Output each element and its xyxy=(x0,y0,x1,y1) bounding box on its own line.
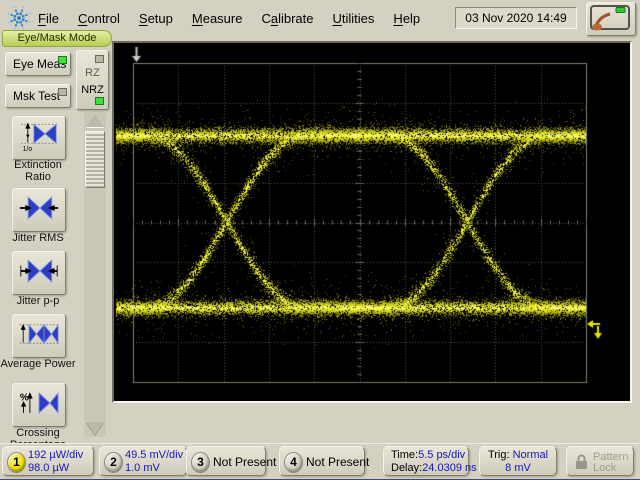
scope-screen: File Control Setup Measure Calibrate Utilitie… xyxy=(0,0,640,480)
channel-2-badge: 2 xyxy=(104,452,123,473)
jitter-rms-icon xyxy=(19,194,59,227)
sidebar: Eye Meas Msk Test RZ NRZ 1/o Extinction R… xyxy=(0,37,112,443)
jitter-rms-label: Jitter RMS xyxy=(12,232,64,244)
average-power-button[interactable] xyxy=(12,314,66,358)
eye-meas-led xyxy=(58,56,67,64)
channel-1-scale: 192 µW/div 98.0 µW xyxy=(28,449,84,474)
rz-nrz-toggle-button[interactable]: RZ NRZ xyxy=(76,50,109,110)
datetime-display: 03 Nov 2020 14:49 xyxy=(455,7,577,29)
average-power-icon xyxy=(19,320,59,353)
status-bar: 1 192 µW/div 98.0 µW 2 49.5 mV/div 1.0 mV 3 Not… xyxy=(0,443,640,480)
time-label: Time: xyxy=(391,449,419,461)
jitter-pp-icon xyxy=(19,257,59,290)
jitter-p-p-button[interactable] xyxy=(12,251,66,295)
channel-4-status: Not Present xyxy=(306,455,370,469)
waveform-display xyxy=(112,41,632,403)
svg-text:1/o: 1/o xyxy=(23,146,33,151)
menu-utilities[interactable]: Utilities xyxy=(333,11,375,26)
channel-3-badge: 3 xyxy=(191,452,210,473)
menu-measure[interactable]: Measure xyxy=(192,11,243,26)
jitter-p-p-label: Jitter p-p xyxy=(16,295,60,307)
scroll-down-icon[interactable] xyxy=(86,422,104,435)
crossing-percentage-label: Crossing Percentage xyxy=(10,427,66,443)
touchscreen-toggle-button[interactable] xyxy=(586,2,636,36)
channel-2-scale: 49.5 mV/div 1.0 mV xyxy=(125,449,184,474)
msk-test-button[interactable]: Msk Test xyxy=(5,84,71,108)
menu-setup[interactable]: Setup xyxy=(139,11,173,26)
mode-tab: Eye/Mask Mode xyxy=(2,30,112,47)
crossing-percentage-button[interactable]: % xyxy=(12,383,66,427)
nrz-label: NRZ xyxy=(81,84,104,96)
jitter-rms-button[interactable] xyxy=(12,188,66,232)
trig-level: 8 mV xyxy=(505,462,531,474)
msk-test-label: Msk Test xyxy=(13,89,61,103)
menu-calibrate[interactable]: Calibrate xyxy=(261,11,313,26)
channel-3-button[interactable]: 3 Not Present xyxy=(186,446,276,476)
scrollbar-thumb[interactable] xyxy=(85,131,105,188)
channel-4-button[interactable]: 4 Not Present xyxy=(279,446,369,476)
menu-control[interactable]: Control xyxy=(78,11,120,26)
trig-label: Trig: xyxy=(487,449,510,461)
menu-help[interactable]: Help xyxy=(393,11,420,26)
extinction-ratio-icon: 1/o xyxy=(19,120,59,156)
channel-2-button[interactable]: 2 49.5 mV/div 1.0 mV xyxy=(99,446,187,476)
menu-file[interactable]: File xyxy=(38,11,59,26)
extinction-ratio-button[interactable]: 1/o xyxy=(12,116,66,160)
nrz-led xyxy=(95,97,104,105)
average-power-label: Average Power xyxy=(0,358,76,370)
delay-value: 24.0309 ns xyxy=(422,462,477,474)
crossing-percentage-icon: % xyxy=(19,389,59,422)
extinction-ratio-label: Extinction Ratio xyxy=(14,159,62,183)
trig-mode: Normal xyxy=(512,449,549,461)
msk-test-led xyxy=(58,88,67,96)
timebase-button[interactable]: Time:5.5 ps/div Delay:24.0309 ns xyxy=(383,446,477,476)
rz-label: RZ xyxy=(85,67,100,79)
eye-meas-button[interactable]: Eye Meas xyxy=(5,52,71,76)
lock-icon xyxy=(576,454,587,469)
time-value: 5.5 ps/div xyxy=(418,449,466,461)
channel-1-button[interactable]: 1 192 µW/div 98.0 µW xyxy=(2,446,94,476)
eye-diagram-canvas xyxy=(114,43,630,401)
trigger-button[interactable]: Trig: Normal 8 mV xyxy=(479,446,557,476)
delay-label: Delay: xyxy=(391,462,423,474)
channel-4-badge: 4 xyxy=(284,452,303,473)
touchscreen-icon xyxy=(590,5,630,31)
channel-3-status: Not Present xyxy=(213,455,277,469)
rz-led xyxy=(95,55,104,63)
channel-1-badge: 1 xyxy=(7,452,26,473)
scroll-up-icon[interactable] xyxy=(86,114,104,127)
pattern-lock-label-2: Lock xyxy=(593,462,617,474)
pattern-lock-button: Pattern Lock xyxy=(566,446,634,476)
sidebar-scrollbar[interactable] xyxy=(84,112,106,437)
